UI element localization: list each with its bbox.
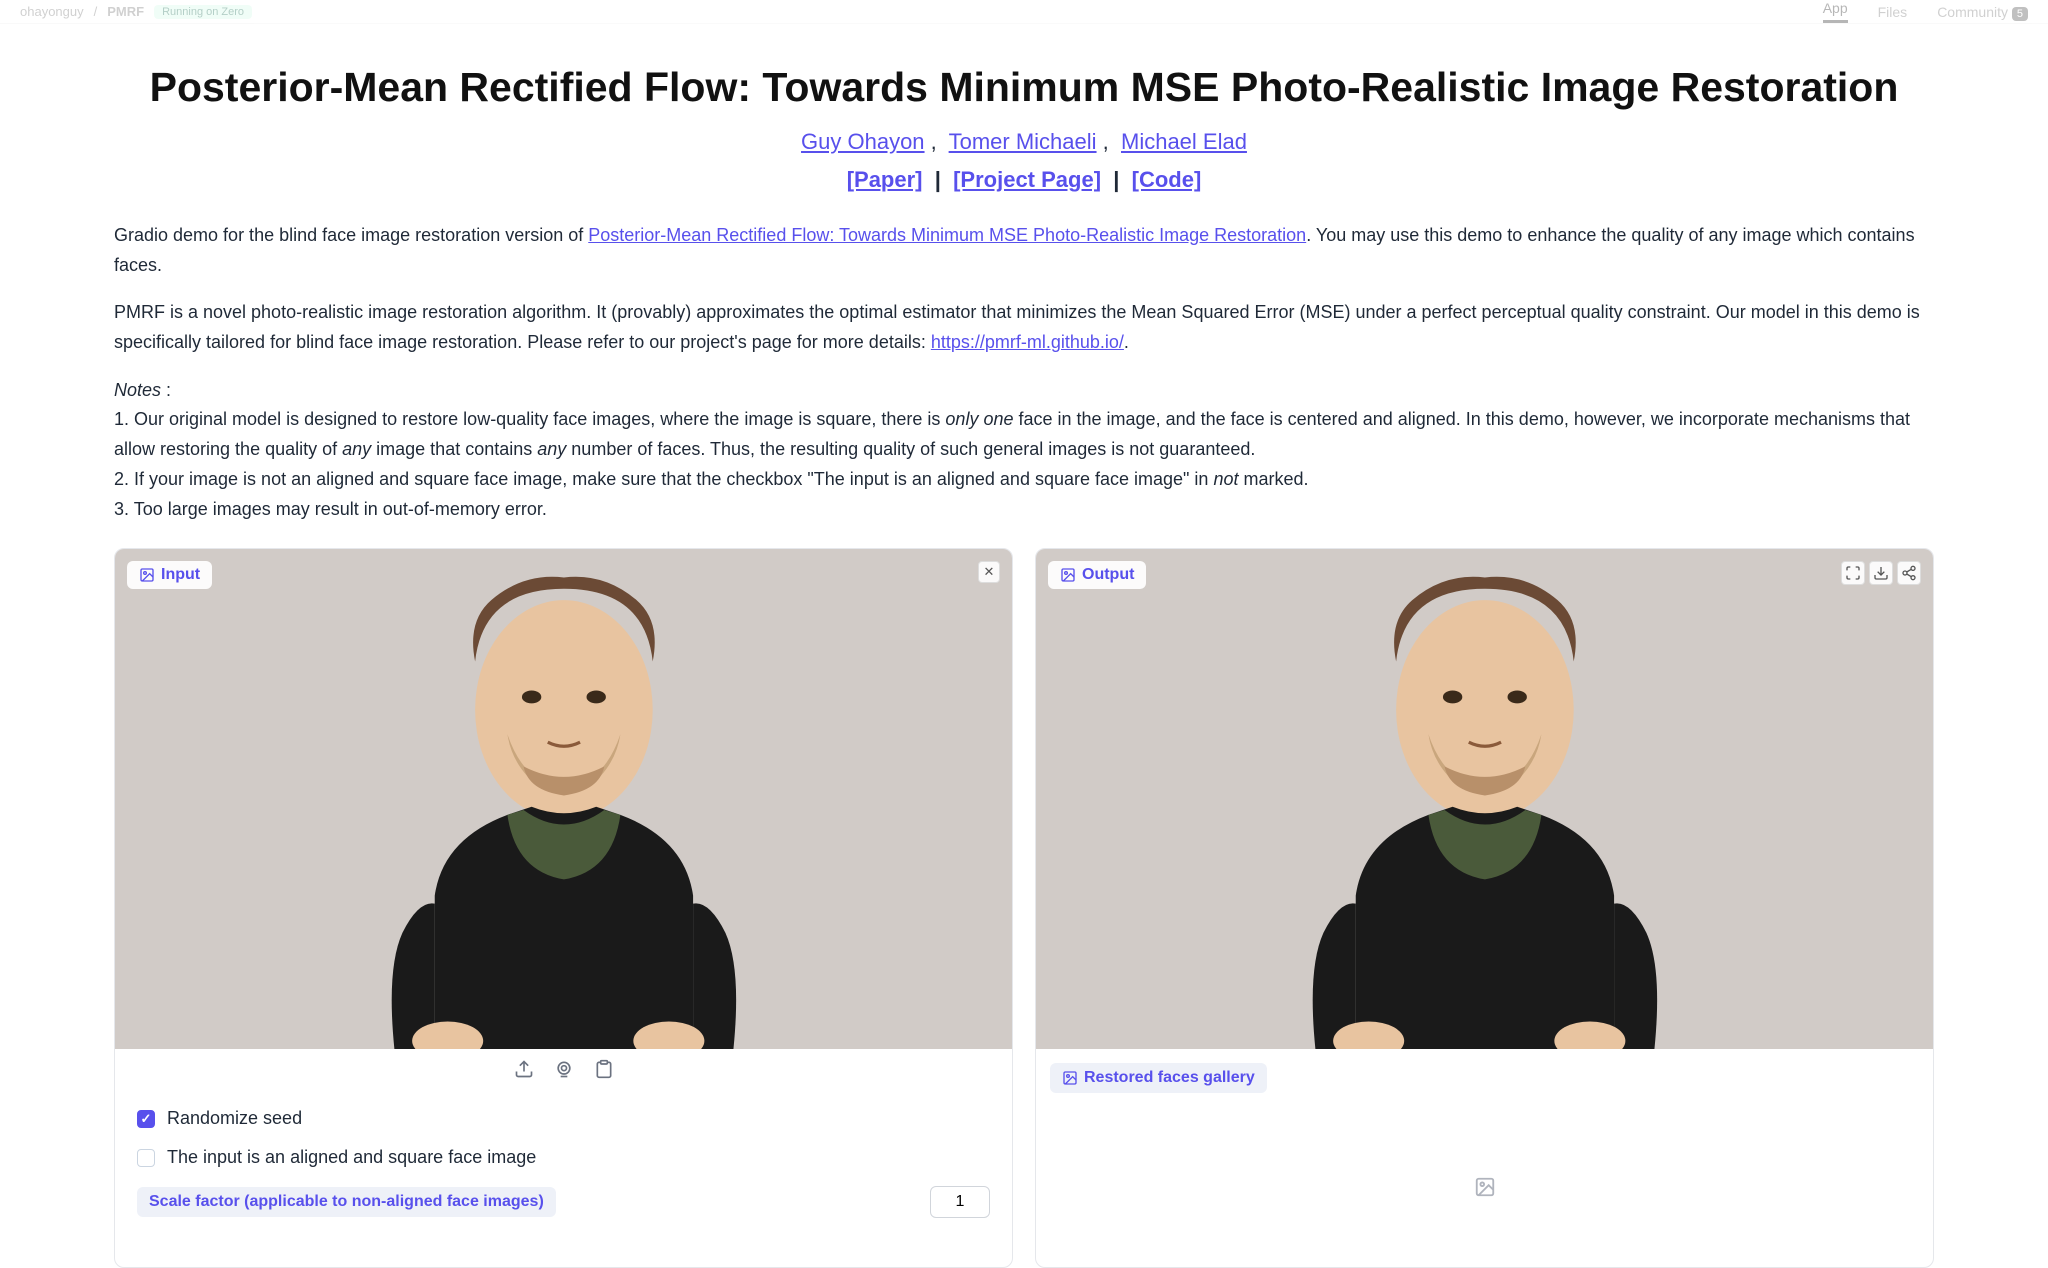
checkbox-icon — [137, 1110, 155, 1128]
breadcrumb-user[interactable]: ohayonguy — [20, 4, 84, 19]
scale-factor-label: Scale factor (applicable to non-aligned … — [137, 1187, 556, 1217]
authors: Guy Ohayon , Tomer Michaeli , Michael El… — [114, 129, 1934, 155]
project-site-link[interactable]: https://pmrf-ml.github.io/ — [931, 332, 1124, 352]
randomize-seed-checkbox[interactable]: Randomize seed — [137, 1108, 990, 1129]
image-icon — [1062, 1070, 1078, 1086]
gallery-label: Restored faces gallery — [1050, 1063, 1267, 1093]
image-placeholder-icon — [1474, 1176, 1496, 1198]
input-panel: Input ✕ — [114, 548, 1013, 1268]
project-page-link[interactable]: [Project Page] — [953, 167, 1101, 192]
output-label: Output — [1048, 561, 1146, 589]
paper-title-link[interactable]: Posterior-Mean Rectified Flow: Towards M… — [588, 225, 1306, 245]
top-navigation: ohayonguy / PMRF Running on Zero App Fil… — [0, 0, 2048, 24]
input-toolbar — [115, 1049, 1012, 1090]
author-link[interactable]: Tomer Michaeli — [949, 129, 1097, 154]
output-photo — [1162, 549, 1808, 1049]
image-icon — [139, 567, 155, 583]
tab-community[interactable]: Community 5 — [1937, 4, 2028, 20]
page-title: Posterior-Mean Rectified Flow: Towards M… — [114, 64, 1934, 111]
description-2: PMRF is a novel photo-realistic image re… — [114, 298, 1934, 357]
input-photo — [241, 549, 887, 1049]
aligned-input-checkbox[interactable]: The input is an aligned and square face … — [137, 1147, 990, 1168]
author-link[interactable]: Guy Ohayon — [801, 129, 925, 154]
output-panel: Output — [1035, 548, 1934, 1268]
upload-icon[interactable] — [514, 1059, 534, 1079]
input-image[interactable]: Input ✕ — [115, 549, 1012, 1049]
tab-files[interactable]: Files — [1878, 4, 1908, 20]
input-label: Input — [127, 561, 212, 589]
checkbox-icon — [137, 1149, 155, 1167]
notes-block: Notes : 1. Our original model is designe… — [114, 376, 1934, 524]
code-link[interactable]: [Code] — [1132, 167, 1202, 192]
paper-link[interactable]: [Paper] — [847, 167, 923, 192]
gallery-empty[interactable] — [1036, 1107, 1933, 1267]
resource-links: [Paper] | [Project Page] | [Code] — [114, 167, 1934, 193]
tab-app[interactable]: App — [1823, 0, 1848, 23]
author-link[interactable]: Michael Elad — [1121, 129, 1247, 154]
scale-factor-input[interactable] — [930, 1186, 990, 1218]
image-icon — [1060, 567, 1076, 583]
running-badge: Running on Zero — [154, 5, 252, 19]
breadcrumb-repo[interactable]: PMRF — [107, 4, 144, 19]
clear-input-button[interactable]: ✕ — [978, 561, 1000, 583]
webcam-icon[interactable] — [554, 1059, 574, 1079]
share-button[interactable] — [1897, 561, 1921, 585]
description-1: Gradio demo for the blind face image res… — [114, 221, 1934, 280]
output-image[interactable]: Output — [1036, 549, 1933, 1049]
fullscreen-button[interactable] — [1841, 561, 1865, 585]
download-button[interactable] — [1869, 561, 1893, 585]
clipboard-icon[interactable] — [594, 1059, 614, 1079]
